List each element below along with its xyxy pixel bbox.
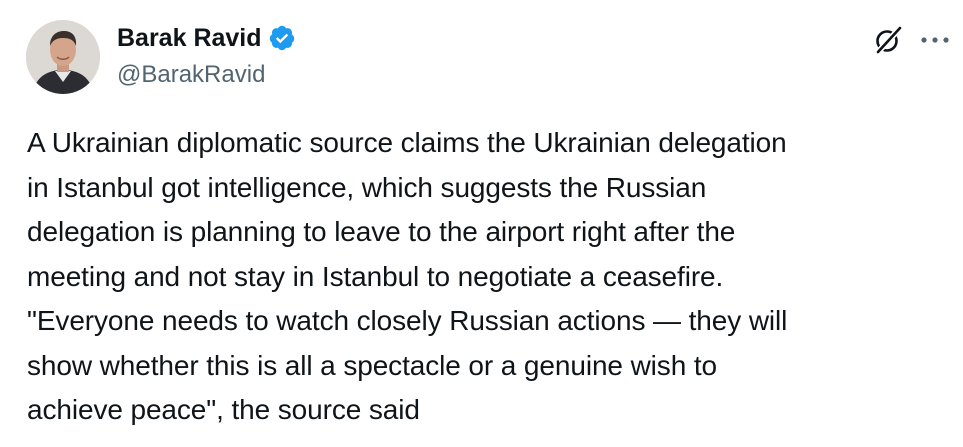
avatar-image [26,20,100,94]
more-options-icon[interactable] [918,28,952,52]
avatar[interactable] [26,20,100,94]
verified-badge-icon[interactable] [268,24,296,52]
tweet-text: A Ukrainian diplomatic source claims the… [27,127,788,425]
tweet-card: Barak Ravid @BarakRavid A Ukrainian dipl… [0,0,963,447]
author-display-name[interactable]: Barak Ravid [117,22,262,54]
author-handle[interactable]: @BarakRavid [117,60,265,90]
grok-icon[interactable] [872,24,904,56]
author-name-row: Barak Ravid [117,22,296,54]
